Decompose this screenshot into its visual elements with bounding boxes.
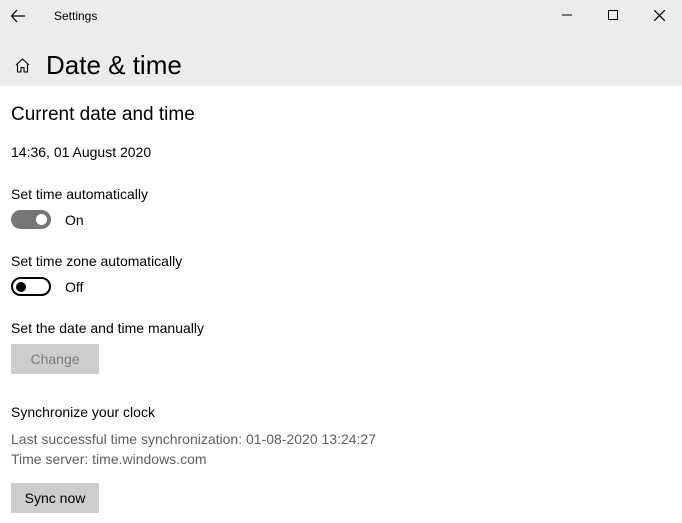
content: Current date and time 14:36, 01 August 2… <box>0 86 682 513</box>
sync-server: Time server: time.windows.com <box>11 450 671 470</box>
sync-button-wrap: Sync now <box>11 483 671 513</box>
back-button[interactable] <box>0 0 36 32</box>
current-datetime: 14:36, 01 August 2020 <box>11 144 671 160</box>
change-button[interactable]: Change <box>11 344 99 374</box>
sync-section: Synchronize your clock Last successful t… <box>11 404 671 513</box>
back-arrow-icon <box>10 8 26 24</box>
set-time-auto-row: On <box>11 210 671 229</box>
close-button[interactable] <box>636 0 682 30</box>
titlebar-top: Settings <box>0 0 682 32</box>
set-time-auto-toggle[interactable] <box>11 210 51 229</box>
manual-label: Set the date and time manually <box>11 320 671 336</box>
page-title: Date & time <box>46 50 182 81</box>
app-title: Settings <box>54 9 97 23</box>
set-tz-auto-toggle[interactable] <box>11 277 51 296</box>
minimize-button[interactable] <box>544 0 590 30</box>
close-icon <box>654 10 665 21</box>
maximize-icon <box>608 10 618 20</box>
manual-button-wrap: Change <box>11 344 671 374</box>
section-heading: Current date and time <box>11 104 671 126</box>
home-icon[interactable] <box>10 54 34 78</box>
maximize-button[interactable] <box>590 0 636 30</box>
window-controls <box>544 0 682 30</box>
titlebar: Settings Date & time <box>0 0 682 86</box>
sync-last: Last successful time synchronization: 01… <box>11 430 671 450</box>
set-tz-auto-state: Off <box>65 279 83 295</box>
sync-heading: Synchronize your clock <box>11 404 671 420</box>
page-header: Date & time <box>0 32 682 81</box>
sync-now-button[interactable]: Sync now <box>11 483 99 513</box>
set-time-auto-label: Set time automatically <box>11 186 671 202</box>
set-tz-auto-row: Off <box>11 277 671 296</box>
set-tz-auto-label: Set time zone automatically <box>11 253 671 269</box>
set-time-auto-state: On <box>65 212 84 228</box>
minimize-icon <box>562 10 572 20</box>
